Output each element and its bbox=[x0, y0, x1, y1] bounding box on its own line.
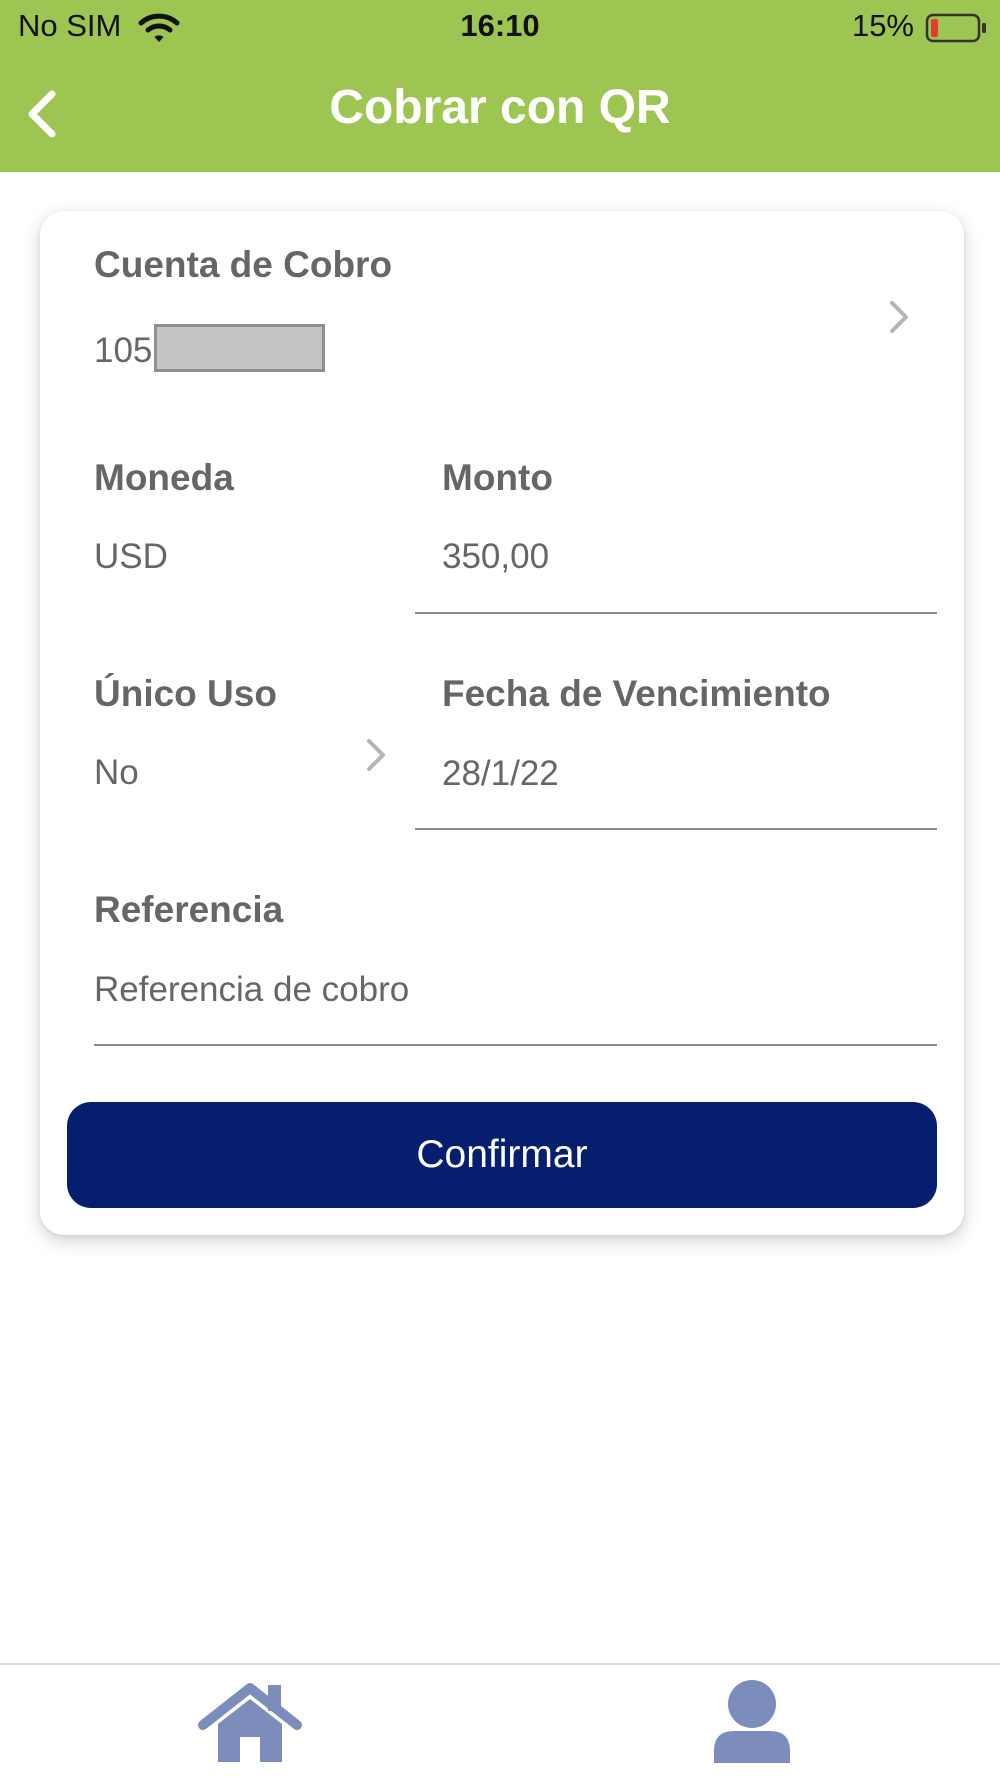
single-use-selector[interactable]: Único Uso No bbox=[40, 651, 400, 792]
currency-label: Moneda bbox=[94, 457, 234, 498]
bottom-tab-bar bbox=[0, 1663, 1000, 1780]
battery-percentage: 15% bbox=[851, 8, 914, 43]
reference-underline bbox=[94, 1044, 937, 1046]
single-use-label: Único Uso bbox=[94, 673, 277, 714]
currency-value: USD bbox=[94, 537, 168, 576]
reference-input[interactable]: Referencia de cobro bbox=[94, 970, 409, 1010]
home-icon bbox=[198, 1683, 302, 1762]
single-use-value: No bbox=[94, 753, 139, 792]
due-date-input[interactable]: 28/1/22 bbox=[442, 754, 559, 794]
due-date-label: Fecha de Vencimiento bbox=[442, 673, 831, 714]
account-number-prefix: 105 bbox=[94, 331, 153, 370]
redacted-account-digits bbox=[154, 324, 326, 372]
status-time: 16:10 bbox=[460, 8, 540, 43]
reference-label: Referencia bbox=[94, 889, 284, 930]
account-value: 105 bbox=[94, 324, 326, 372]
app-header: No SIM 16:10 15% Cobrar con QR bbox=[0, 0, 1000, 172]
due-date-underline bbox=[415, 828, 937, 830]
amount-underline bbox=[415, 612, 937, 614]
account-selector[interactable]: Cuenta de Cobro 105 bbox=[40, 211, 964, 372]
user-icon bbox=[714, 1680, 790, 1763]
collect-form-card: Cuenta de Cobro 105 Moneda USD Monto 350… bbox=[40, 211, 964, 1235]
account-label: Cuenta de Cobro bbox=[94, 244, 393, 285]
amount-input[interactable]: 350,00 bbox=[442, 537, 549, 577]
battery-low-icon bbox=[925, 13, 986, 43]
confirm-button[interactable]: Confirmar bbox=[67, 1102, 937, 1208]
page-title: Cobrar con QR bbox=[329, 81, 671, 134]
tab-home[interactable] bbox=[198, 1680, 303, 1765]
chevron-right-icon bbox=[367, 739, 385, 771]
chevron-right-icon bbox=[890, 301, 908, 333]
tab-profile[interactable] bbox=[710, 1679, 795, 1765]
amount-label: Monto bbox=[442, 457, 553, 498]
